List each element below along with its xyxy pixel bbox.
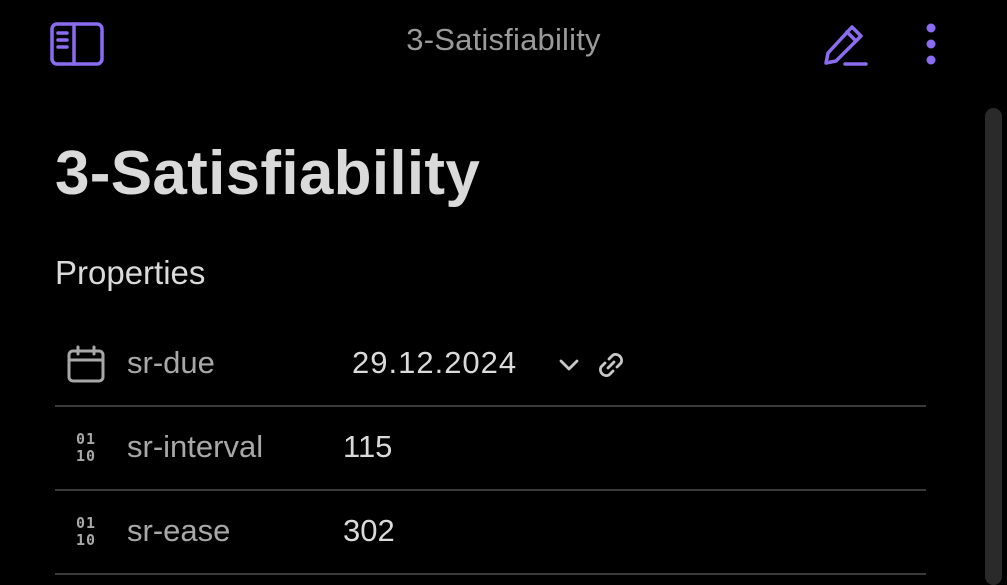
binary-number-icon[interactable]: 01 10 [65, 511, 107, 553]
property-value-number[interactable]: 115 [343, 429, 392, 465]
binary-icon-bottom: 10 [75, 531, 97, 549]
more-vertical-icon [926, 23, 936, 65]
binary-number-icon[interactable]: 01 10 [65, 427, 107, 469]
property-key[interactable]: sr-ease [127, 513, 230, 549]
property-row-sr-due: sr-due 29.12.2024 [55, 323, 926, 407]
calendar-icon[interactable] [65, 343, 107, 385]
scrollbar[interactable] [985, 108, 1002, 585]
binary-icon-top: 01 [75, 514, 97, 532]
more-options-button[interactable] [910, 18, 952, 70]
edit-button[interactable] [818, 18, 872, 70]
property-value-number[interactable]: 302 [343, 513, 395, 549]
page-title: 3-Satisfiability [55, 139, 481, 208]
property-value-date[interactable]: 29.12.2024 [352, 345, 517, 381]
pencil-icon [824, 25, 868, 66]
property-row-sr-interval: 01 10 sr-interval 115 [55, 407, 926, 491]
top-bar: 3-Satisfiability [0, 0, 1007, 90]
chevron-down-icon[interactable] [553, 349, 585, 381]
properties-list: sr-due 29.12.2024 01 10 sr-interval 115 [55, 323, 926, 575]
property-key[interactable]: sr-interval [127, 429, 263, 465]
binary-icon-top: 01 [75, 430, 97, 448]
properties-heading[interactable]: Properties [55, 254, 205, 292]
property-key[interactable]: sr-due [127, 345, 215, 381]
property-row-sr-ease: 01 10 sr-ease 302 [55, 491, 926, 575]
binary-icon-bottom: 10 [75, 447, 97, 465]
link-icon[interactable] [593, 347, 629, 383]
